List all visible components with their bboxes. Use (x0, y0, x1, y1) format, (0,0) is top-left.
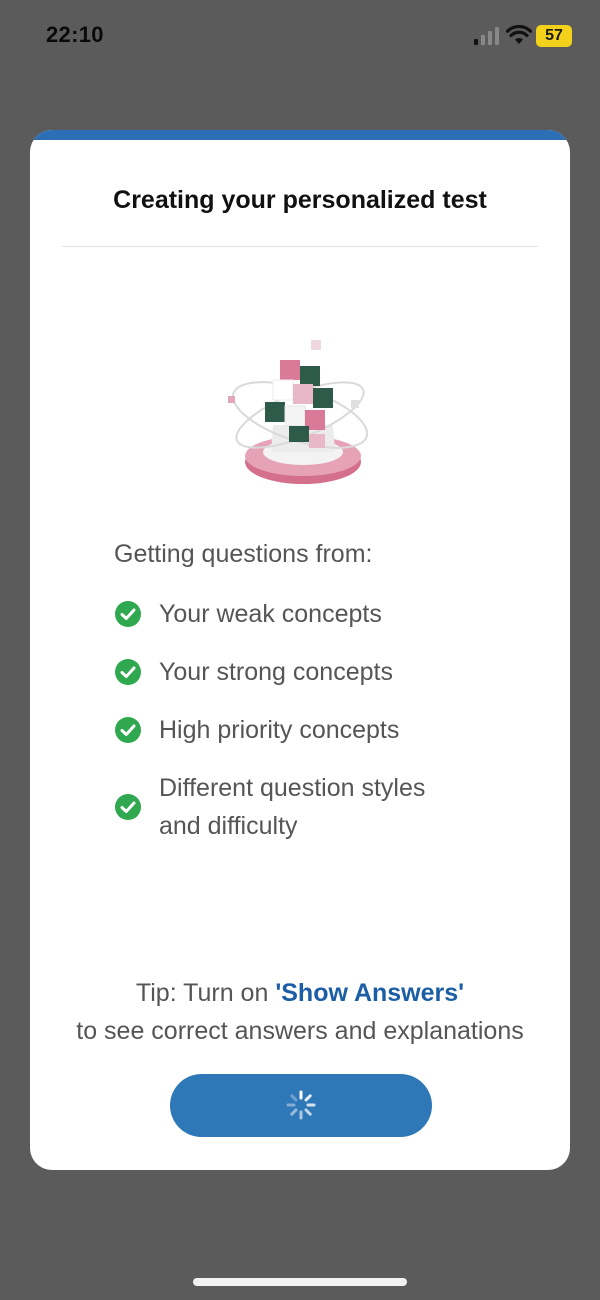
check-circle-icon (115, 717, 141, 743)
status-time: 22:10 (46, 22, 104, 47)
battery-icon: 57 (536, 25, 572, 47)
check-circle-icon (115, 601, 141, 627)
spinner-icon (286, 1090, 316, 1120)
concept-label: Your strong concepts (159, 658, 393, 686)
title-divider (62, 246, 538, 247)
battery-level: 57 (545, 27, 563, 44)
personalized-test-modal: Creating your personalized test Getting … (30, 130, 570, 1170)
loading-button[interactable] (170, 1074, 432, 1137)
wifi-icon (506, 25, 532, 44)
questions-source-heading: Getting questions from: (114, 540, 373, 568)
tip-prefix: Tip: Turn on (135, 979, 276, 1007)
concept-item-high-priority: High priority concepts (114, 711, 534, 749)
status-bar: 22:10 57 (0, 0, 600, 72)
check-circle-icon (115, 659, 141, 685)
concept-label-line-2: and difficulty (159, 812, 298, 840)
show-answers-tip: Tip: Turn on 'Show Answers' to see corre… (30, 974, 570, 1050)
check-circle-icon (115, 794, 141, 820)
tip-suffix: to see correct answers and explanations (76, 1017, 524, 1045)
concept-label-line-1: Different question styles (159, 774, 426, 802)
cube-orbit-illustration (228, 340, 369, 484)
cellular-signal-icon (474, 27, 499, 45)
modal-title: Creating your personalized test (113, 186, 487, 214)
concept-item-weak: Your weak concepts (114, 595, 534, 633)
concept-label: Your weak concepts (159, 600, 382, 628)
home-indicator[interactable] (193, 1278, 407, 1286)
concept-list: Your weak concepts Your strong concepts … (114, 595, 534, 865)
concept-label: High priority concepts (159, 716, 400, 744)
modal-accent-bar (30, 130, 570, 140)
show-answers-link[interactable]: 'Show Answers' (275, 979, 464, 1007)
concept-item-question-styles: Different question styles and difficulty (114, 769, 534, 845)
concept-item-strong: Your strong concepts (114, 653, 534, 691)
